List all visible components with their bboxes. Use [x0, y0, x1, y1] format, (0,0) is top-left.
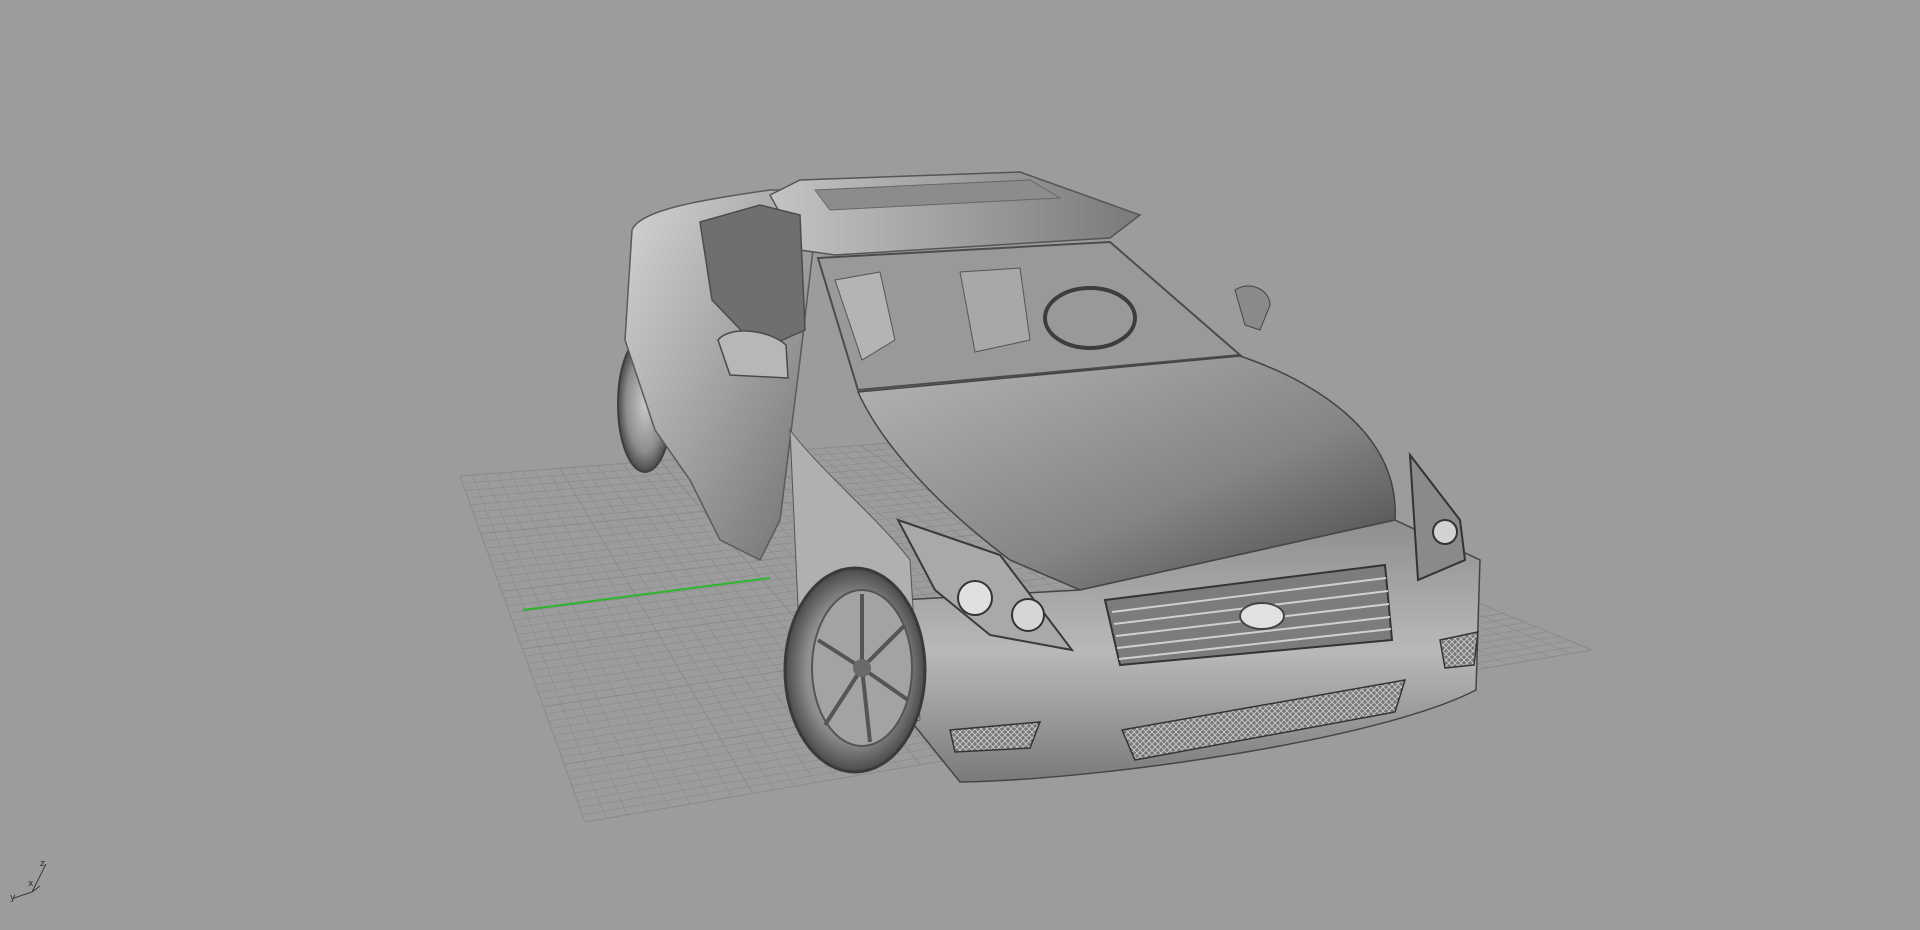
y-axis-label: y: [10, 893, 16, 903]
viewport[interactable]: z x y: [0, 0, 1920, 930]
car-model[interactable]: [617, 171, 1481, 783]
left-headlight-lens-2: [1011, 598, 1045, 632]
x-axis-label: x: [28, 879, 34, 889]
badge-logo: [1239, 602, 1285, 630]
right-mirror: [1234, 285, 1271, 331]
z-axis-label: z: [40, 859, 45, 869]
y-axis-line: [13, 891, 33, 899]
left-headlight-lens-1: [957, 580, 993, 616]
right-headlight: [1408, 451, 1467, 582]
world-y-axis-line: [522, 577, 771, 611]
right-headlight-lens: [1432, 519, 1458, 545]
axis-widget: z x y: [10, 859, 47, 903]
scene-canvas[interactable]: z x y: [0, 0, 1920, 930]
front-hub: [853, 659, 871, 677]
